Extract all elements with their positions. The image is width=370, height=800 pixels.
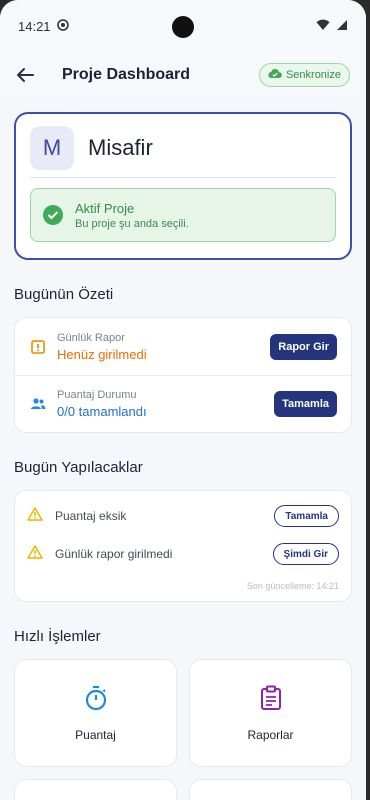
notification-icon (56, 18, 69, 34)
daily-report-status: Henüz girilmedi (57, 346, 147, 362)
todo-text: Günlük rapor girilmedi (55, 547, 173, 561)
todo-complete-button[interactable]: Tamamla (274, 505, 339, 527)
app-bar: Proje Dashboard Senkronize (0, 52, 366, 98)
status-time: 14:21 (18, 18, 51, 34)
complete-attendance-button[interactable]: Tamamla (274, 391, 337, 417)
wifi-icon (316, 19, 330, 34)
attendance-status: 0/0 tamamlandı (57, 404, 147, 419)
people-icon (29, 397, 47, 411)
report-alert-icon (29, 339, 47, 355)
back-arrow-icon[interactable] (14, 64, 36, 86)
signal-icon (336, 19, 348, 34)
sync-label: Senkronize (285, 69, 341, 81)
attendance-row: Puantaj Durumu 0/0 tamamlandı Tamamla (15, 375, 351, 432)
cloud-check-icon (268, 68, 282, 82)
quick-actions-title: Hızlı İşlemler (14, 628, 101, 645)
todo-card: Puantaj eksik Tamamla Günlük rapor giril… (14, 490, 352, 602)
summary-card: Günlük Rapor Henüz girilmedi Rapor Gir P… (14, 317, 352, 433)
enter-report-button[interactable]: Rapor Gir (270, 333, 337, 360)
page-title: Proje Dashboard (62, 66, 191, 83)
quick-action-reports[interactable]: Raporlar (189, 659, 352, 767)
todo-enter-now-button[interactable]: Şimdi Gir (272, 543, 339, 565)
stopwatch-icon (84, 685, 108, 716)
front-camera (172, 16, 194, 38)
quick-actions-grid: Puantaj Raporlar (14, 659, 352, 800)
avatar: M (30, 125, 74, 170)
quick-action-tile[interactable] (14, 779, 177, 800)
warning-icon (27, 544, 43, 564)
quick-action-attendance[interactable]: Puantaj (14, 659, 177, 767)
user-name: Misafir (88, 134, 153, 160)
summary-title: Bugünün Özeti (14, 286, 114, 303)
clipboard-icon (260, 685, 282, 716)
todo-item: Günlük rapor girilmedi Şimdi Gir (15, 535, 351, 573)
daily-report-row: Günlük Rapor Henüz girilmedi Rapor Gir (15, 318, 351, 375)
todo-title: Bugün Yapılacaklar (14, 459, 143, 476)
sync-badge[interactable]: Senkronize (258, 63, 350, 87)
check-circle-icon (43, 205, 63, 225)
active-project-box: Aktif Proje Bu proje şu anda seçili. (30, 188, 336, 242)
tile-label: Raporlar (247, 727, 294, 742)
status-bar: 14:21 (0, 0, 366, 52)
todo-text: Puantaj eksik (55, 509, 127, 523)
last-updated: Son güncelleme: 14:21 (246, 581, 339, 591)
tile-label: Puantaj (75, 727, 116, 742)
warning-icon (27, 506, 43, 526)
quick-action-tile[interactable] (189, 779, 352, 800)
attendance-label: Puantaj Durumu (57, 389, 137, 401)
daily-report-label: Günlük Rapor (57, 331, 125, 344)
active-project-title: Aktif Proje (75, 200, 135, 216)
todo-item: Puantaj eksik Tamamla (15, 497, 351, 535)
main-content: M Misafir Aktif Proje Bu proje şu anda s… (0, 98, 366, 800)
profile-card: M Misafir Aktif Proje Bu proje şu anda s… (14, 112, 352, 260)
active-project-subtitle: Bu proje şu anda seçili. (75, 217, 189, 230)
phone-screen: 14:21 Proje Dashboard Senkronize M Misaf… (0, 0, 366, 800)
